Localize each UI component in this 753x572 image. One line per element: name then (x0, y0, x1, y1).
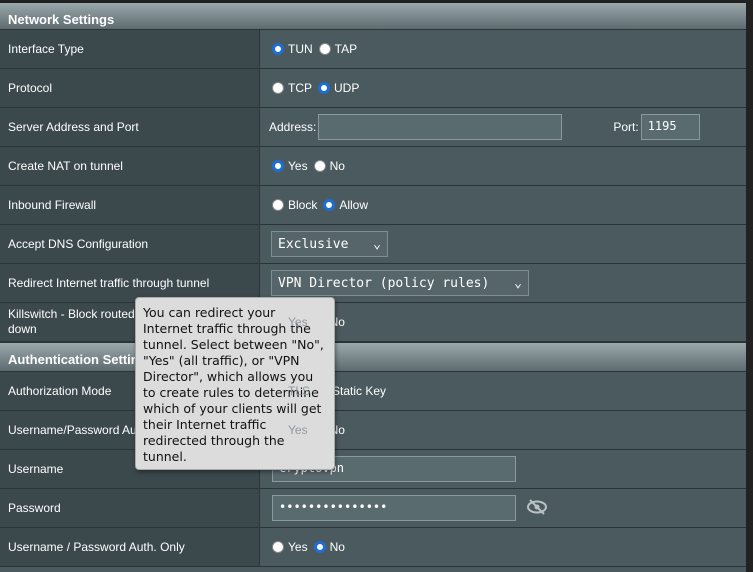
radio-allow[interactable]: Allow (323, 198, 368, 212)
network-settings-header: Network Settings (0, 0, 746, 30)
radio-tcp[interactable]: TCP (272, 81, 312, 95)
redirect-select[interactable]: VPN Director (policy rules) ⌄ (271, 270, 529, 296)
chevron-down-icon: ⌄ (514, 275, 522, 291)
radio-label: Block (288, 198, 318, 212)
row-label: Create NAT on tunnel (0, 147, 260, 185)
protocol-row: Protocol TCP UDP (0, 69, 746, 108)
select-value: Exclusive (278, 236, 349, 252)
username-row: Username cryptovpn (0, 450, 746, 489)
port-input[interactable]: 1195 (640, 114, 700, 140)
password-input[interactable]: ••••••••••••••• (272, 495, 516, 521)
radio-only-yes[interactable]: Yes (272, 540, 308, 554)
row-label: Accept DNS Configuration (0, 225, 260, 263)
nat-row: Create NAT on tunnel Yes No (0, 147, 746, 186)
radio-label: TCP (288, 81, 312, 95)
radio-label: TAP (334, 42, 358, 56)
port-label: Port: (613, 120, 639, 134)
interface-type-row: Interface Type TUN TAP (0, 30, 746, 69)
killswitch-row: Killswitch - Block routed clients if tun… (0, 303, 746, 342)
radio-label: Yes (288, 540, 308, 554)
radio-label: TUN (288, 42, 313, 56)
redirect-row: Redirect Internet traffic through tunnel… (0, 264, 746, 303)
radio-nat-no[interactable]: No (313, 159, 345, 173)
row-label: Protocol (0, 69, 260, 107)
row-label: Username / Password Auth. Only (0, 528, 260, 566)
radio-tun[interactable]: TUN (272, 42, 313, 56)
radio-label: Allow (339, 198, 369, 212)
radio-only-no[interactable]: No (313, 540, 345, 554)
radio-label: No (329, 540, 345, 554)
auth-only-row: Username / Password Auth. Only Yes No (0, 528, 746, 567)
settings-panel: Network Settings Interface Type TUN TAP P… (0, 0, 747, 572)
radio-udp[interactable]: UDP (318, 81, 359, 95)
radio-label: Static Key (332, 384, 387, 398)
radio-label: Yes (288, 423, 308, 437)
radio-label: Yes (288, 315, 308, 329)
radio-block[interactable]: Block (272, 198, 317, 212)
server-row: Server Address and Port Address: Port: 11… (0, 108, 746, 147)
address-label: Address: (269, 120, 317, 134)
radio-label: UDP (334, 81, 360, 95)
radio-nat-yes[interactable]: Yes (272, 159, 308, 173)
eye-slash-icon[interactable] (526, 498, 548, 518)
row-label: Password (0, 489, 260, 527)
firewall-row: Inbound Firewall Block Allow (0, 186, 746, 225)
row-label: Interface Type (0, 30, 260, 68)
dns-select[interactable]: Exclusive ⌄ (271, 231, 388, 257)
radio-label: No (329, 159, 345, 173)
upa-row: Username/Password Authentication Yes No (0, 411, 746, 450)
row-label: Server Address and Port (0, 108, 260, 146)
dns-row: Accept DNS Configuration Exclusive ⌄ (0, 225, 746, 264)
radio-tap[interactable]: TAP (318, 42, 358, 56)
password-row: Password ••••••••••••••• (0, 489, 746, 528)
select-value: VPN Director (policy rules) (278, 275, 490, 291)
address-input[interactable] (318, 114, 563, 140)
radio-label: Yes (288, 159, 308, 173)
radio-label: TLS (288, 384, 311, 398)
auth-mode-row: Authorization Mode TLS Static Key (0, 372, 746, 411)
row-label: Inbound Firewall (0, 186, 260, 224)
authentication-settings-header: Authentication Settings (0, 342, 746, 372)
chevron-down-icon: ⌄ (373, 236, 381, 252)
